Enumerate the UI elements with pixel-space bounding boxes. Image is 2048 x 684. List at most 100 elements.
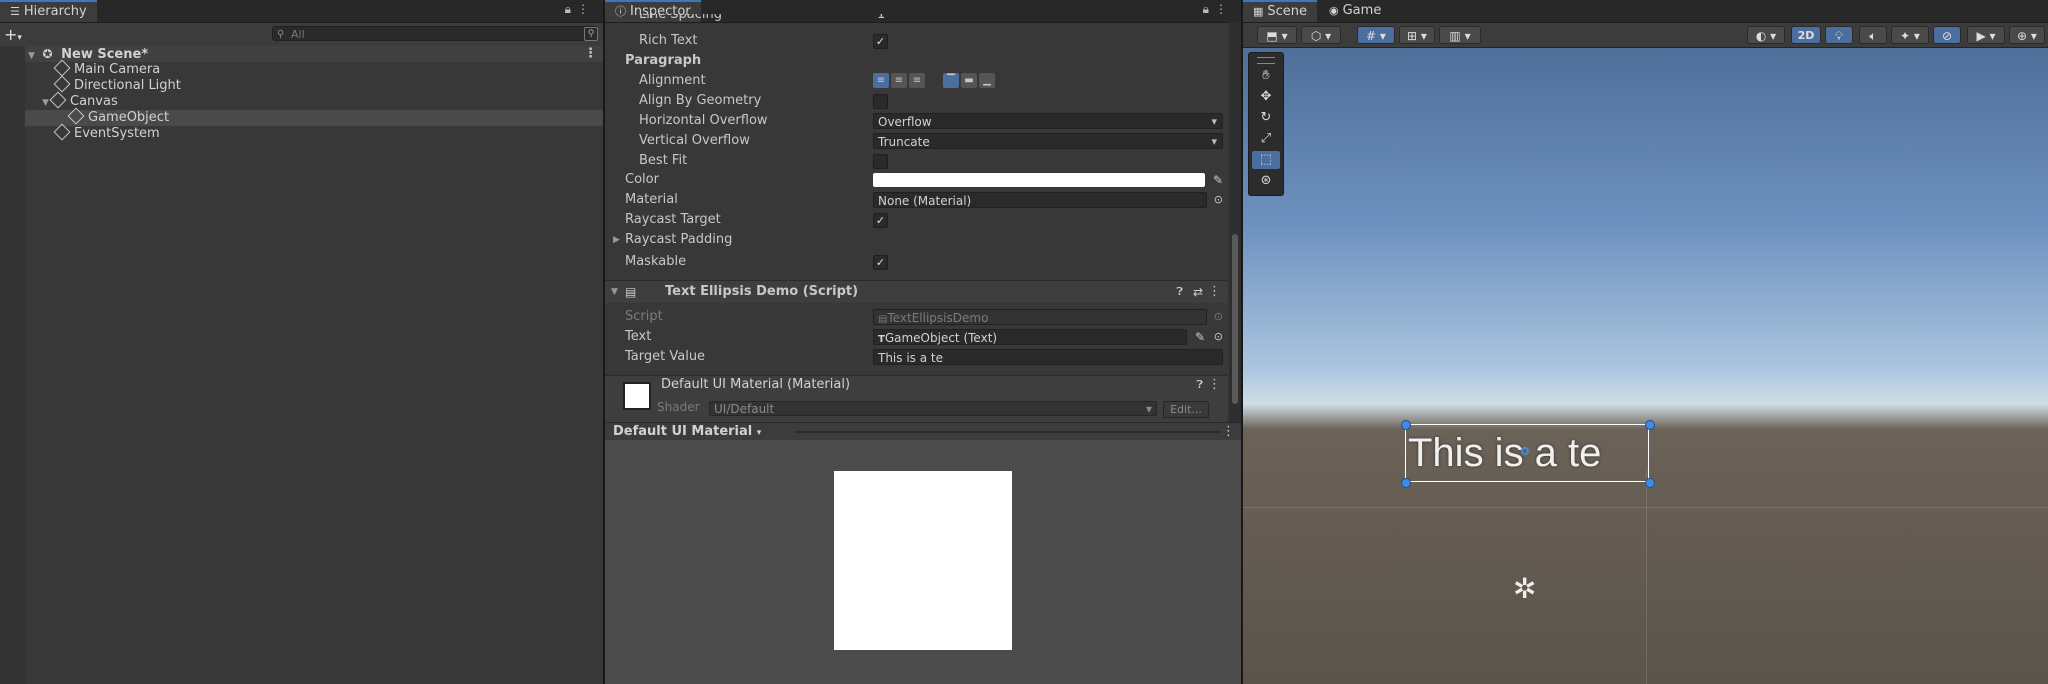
foldout-arrow-icon[interactable]: ▼ <box>611 281 618 303</box>
more-icon[interactable]: ⋮ <box>577 2 595 16</box>
component-title: Default UI Material (Material) <box>661 377 851 392</box>
speaker-icon: 🔈︎ <box>1869 29 1877 43</box>
align-middle-button[interactable]: ▬ <box>961 73 977 88</box>
hierarchy-panel: ☰ Hierarchy 🔒︎⋮ +▾ ⚲ All ⚲ ▼ ✪ New Scene*… <box>0 0 603 684</box>
hierarchy-tab-options[interactable]: 🔒︎⋮ <box>565 2 595 17</box>
color-swatch[interactable] <box>873 173 1205 187</box>
align-bottom-button[interactable]: ▁ <box>979 73 995 88</box>
alignment-row: Alignment ≡ ≡ ≡ ▔ ▬ ▁ <box>605 72 1227 90</box>
camera-icon: ▶ <box>1976 29 1986 43</box>
lock-icon[interactable]: 🔒︎ <box>565 2 577 16</box>
list-item-directional-light[interactable]: Directional Light <box>0 75 603 94</box>
effects-dropdown[interactable]: ✦ ▾ <box>1891 26 1929 44</box>
material-field[interactable]: None (Material) <box>873 192 1207 208</box>
scale-tool-icon[interactable]: ⤢ <box>1252 130 1280 148</box>
more-icon[interactable]: ⋮ <box>1208 281 1221 303</box>
raycast-target-checkbox[interactable]: ✓ <box>873 213 888 228</box>
hierarchy-toolbar: +▾ ⚲ All ⚲ <box>0 23 603 48</box>
list-item-main-camera[interactable]: Main Camera <box>0 59 603 78</box>
snap-increment-dropdown[interactable]: ⊞ ▾ <box>1399 26 1435 44</box>
pencil-icon[interactable]: ✎ <box>1195 328 1205 346</box>
grid-line <box>1646 468 1647 684</box>
add-button[interactable]: +▾ <box>4 25 22 44</box>
maskable-row: Maskable ✓ <box>605 253 1227 271</box>
scene-panel: ▦ Scene ◉ Game ⬒ ▾ ⬡ ▾ # ▾ ⊞ ▾ ▥ ▾ ◐ ▾ 2D … <box>1243 0 2048 684</box>
inspector-scrollbar[interactable] <box>1229 22 1241 422</box>
raycast-padding-row[interactable]: ▶ Raycast Padding <box>605 231 1227 249</box>
help-icon[interactable]: ❓︎ <box>1176 281 1183 303</box>
best-fit-checkbox[interactable] <box>873 154 888 169</box>
scene-view[interactable]: This is a te ✲ <box>1243 48 2048 684</box>
help-icon[interactable]: ❓︎ <box>1196 374 1203 396</box>
script-component-header[interactable]: ▼ ▤ Text Ellipsis Demo (Script) ❓︎ ⇄ ⋮ <box>605 280 1227 303</box>
toggle-2d-button[interactable]: 2D <box>1791 26 1821 44</box>
rect-handle-top-right[interactable] <box>1645 420 1655 430</box>
foldout-arrow-icon[interactable]: ▶ <box>613 231 620 249</box>
grid-snap-dropdown[interactable]: # ▾ <box>1357 26 1395 44</box>
audio-toggle[interactable]: 🔈︎ <box>1859 26 1887 44</box>
grid-visibility-dropdown[interactable]: ▥ ▾ <box>1439 26 1481 44</box>
search-input[interactable]: ⚲ All <box>272 26 598 41</box>
line-spacing-row: Line Spacing 1 <box>639 14 886 22</box>
tab-hierarchy[interactable]: ☰ Hierarchy <box>0 0 97 22</box>
gizmos-dropdown[interactable]: ⊕ ▾ <box>2009 26 2045 44</box>
shader-dropdown[interactable]: UI/Default ▾ <box>709 401 1157 416</box>
rect-handle-top-left[interactable] <box>1401 420 1411 430</box>
list-item-canvas[interactable]: ▼ Canvas <box>0 91 603 110</box>
grid-icon: ▦ <box>1253 5 1264 18</box>
list-item-eventsystem[interactable]: EventSystem <box>0 123 603 142</box>
shading-mode-dropdown[interactable]: ◐ ▾ <box>1747 26 1785 44</box>
rect-tool-icon[interactable]: ⬚ <box>1252 151 1280 169</box>
rect-handle-bottom-right[interactable] <box>1645 478 1655 488</box>
align-by-geometry-checkbox[interactable] <box>873 94 888 109</box>
script-component-enabled-checkbox[interactable] <box>641 286 652 297</box>
maskable-checkbox[interactable]: ✓ <box>873 255 888 270</box>
draw-mode-dropdown[interactable]: ⬒ ▾ <box>1257 26 1297 44</box>
chevron-down-icon: ▾ <box>17 33 22 43</box>
hierarchy-tree: ▼ ✪ New Scene* ⋮ Main Camera Directional… <box>0 46 603 684</box>
preset-icon[interactable]: ⇄ <box>1193 281 1203 303</box>
tab-game[interactable]: ◉ Game <box>1319 0 1391 22</box>
object-picker-icon[interactable]: ⊙ <box>1214 191 1223 209</box>
align-top-button[interactable]: ▔ <box>943 73 959 88</box>
search-options-icon[interactable]: ⚲ <box>584 27 598 41</box>
target-value-input[interactable]: This is a te <box>873 349 1223 365</box>
pivot-handle[interactable] <box>1521 447 1529 455</box>
lighting-toggle[interactable]: 💡︎ <box>1825 26 1853 44</box>
align-right-button[interactable]: ≡ <box>909 73 925 88</box>
material-row: Material None (Material) ⊙ <box>625 191 1223 209</box>
camera-dropdown[interactable]: ▶ ▾ <box>1967 26 2005 44</box>
scrollbar-thumb[interactable] <box>1232 234 1238 404</box>
tab-scene[interactable]: ▦ Scene <box>1243 0 1318 22</box>
horizontal-overflow-dropdown[interactable]: Overflow <box>873 113 1223 130</box>
eyedropper-icon[interactable]: ✎ <box>1213 171 1223 189</box>
rotate-tool-icon[interactable]: ↻ <box>1252 109 1280 127</box>
material-component-header[interactable]: Default UI Material (Material) ❓︎ ⋮ Shad… <box>605 375 1227 422</box>
vertical-overflow-dropdown[interactable]: Truncate <box>873 133 1223 150</box>
drag-handle[interactable] <box>1257 57 1275 64</box>
raycast-target-row: Raycast Target ✓ <box>605 211 1227 229</box>
more-icon[interactable]: ⋮ <box>584 46 597 62</box>
move-tool-icon[interactable]: ✥ <box>1252 88 1280 106</box>
rich-text-checkbox[interactable]: ✓ <box>873 34 888 49</box>
align-left-button[interactable]: ≡ <box>873 73 889 88</box>
best-fit-row: Best Fit <box>605 152 1227 170</box>
object-picker-icon[interactable]: ⊙ <box>1214 328 1223 346</box>
scene-visibility-toggle[interactable]: ⊘ <box>1933 26 1961 44</box>
render-mode-dropdown[interactable]: ⬡ ▾ <box>1301 26 1341 44</box>
align-center-button[interactable]: ≡ <box>891 73 907 88</box>
effects-icon: ✦ <box>1900 29 1911 43</box>
hierarchy-tabbar: ☰ Hierarchy 🔒︎⋮ <box>0 0 603 23</box>
text-reference-field[interactable]: TGameObject (Text) <box>873 329 1187 345</box>
hand-tool-icon[interactable]: ✋︎ <box>1252 67 1280 85</box>
more-icon[interactable]: ⋮ <box>1222 423 1235 441</box>
list-item-scene[interactable]: ▼ ✪ New Scene* ⋮ <box>0 46 603 62</box>
rect-handle-bottom-left[interactable] <box>1401 478 1411 488</box>
list-item-gameobject[interactable]: GameObject <box>0 107 603 126</box>
edit-shader-button[interactable]: Edit... <box>1163 401 1209 418</box>
scene-toolbar: ⬒ ▾ ⬡ ▾ # ▾ ⊞ ▾ ▥ ▾ ◐ ▾ 2D 💡︎ 🔈︎ ✦ ▾ ⊘ ▶… <box>1243 23 2048 48</box>
transform-tool-icon[interactable]: ⊛ <box>1252 172 1280 190</box>
object-picker-icon: ⊙ <box>1213 310 1223 323</box>
script-file-icon: ▤ <box>625 285 637 299</box>
more-icon[interactable]: ⋮ <box>1208 374 1221 396</box>
